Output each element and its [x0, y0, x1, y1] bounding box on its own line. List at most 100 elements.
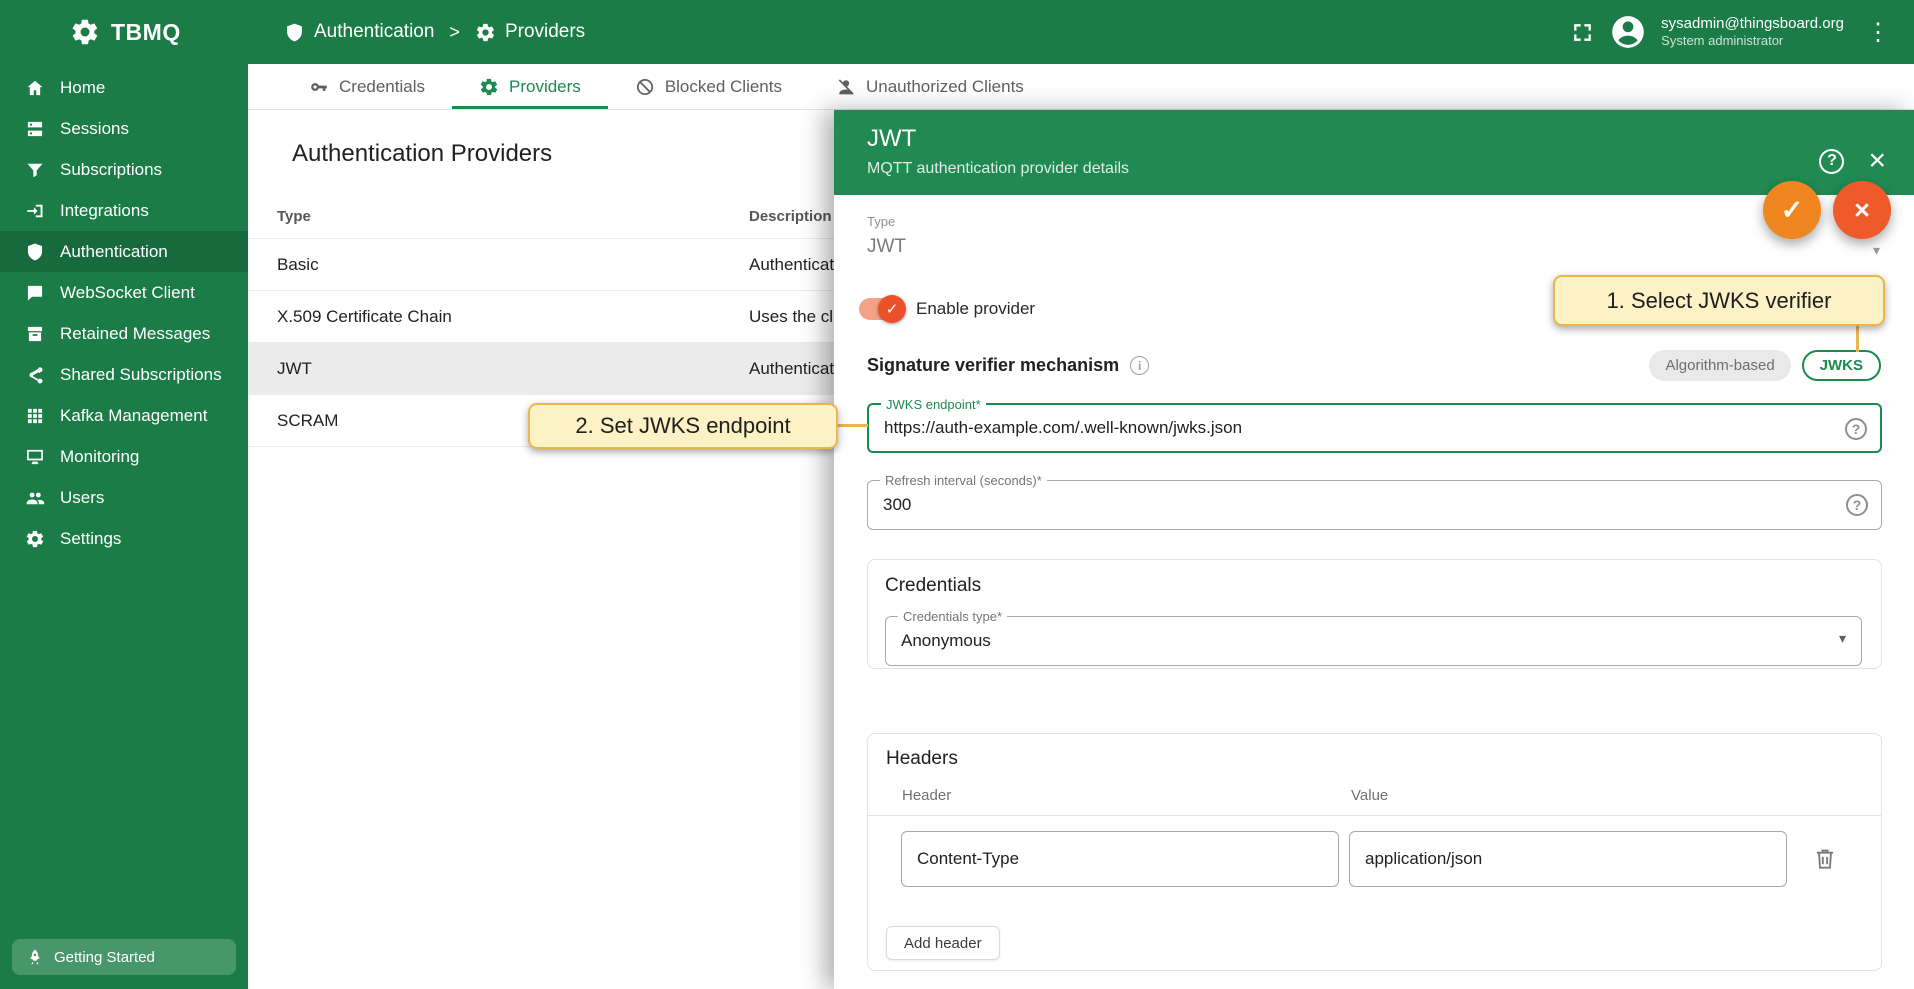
add-header-button[interactable]: Add header — [886, 926, 1000, 960]
refresh-interval-label: Refresh interval (seconds)* — [880, 473, 1047, 488]
callout-1-connector — [1856, 324, 1859, 352]
key-icon — [309, 77, 329, 97]
sidebar-item-home[interactable]: Home — [0, 67, 248, 108]
sidebar-item-label: Monitoring — [60, 447, 139, 467]
sidebar-item-monitoring[interactable]: Monitoring — [0, 436, 248, 477]
signature-verifier-row: Signature verifier mechanism i Algorithm… — [867, 350, 1881, 381]
tab-label: Credentials — [339, 77, 425, 97]
shared-subscriptions-icon — [25, 365, 45, 385]
account-circle-icon — [1609, 13, 1647, 51]
header-name-input[interactable] — [901, 831, 1339, 887]
home-icon — [25, 78, 45, 98]
websocket-chat-icon — [25, 283, 45, 303]
help-icon[interactable]: ? — [1819, 149, 1844, 174]
credentials-card: Credentials Credentials type* Anonymous … — [867, 559, 1882, 669]
breadcrumb: Authentication > Providers — [284, 21, 585, 43]
callout-step-2: 2. Set JWKS endpoint — [528, 403, 838, 449]
getting-started-label: Getting Started — [54, 949, 155, 966]
fullscreen-icon — [1570, 20, 1595, 45]
sidebar-item-kafka-management[interactable]: Kafka Management — [0, 395, 248, 436]
user-avatar[interactable] — [1609, 13, 1647, 51]
toggle-check-icon: ✓ — [878, 295, 906, 323]
jwks-chip[interactable]: JWKS — [1802, 350, 1881, 381]
users-icon — [25, 488, 45, 508]
jwks-endpoint-input[interactable] — [869, 405, 1818, 451]
column-header-value: Value — [1351, 787, 1388, 804]
tbmq-logo-icon — [70, 17, 100, 47]
sidebar-item-shared-subscriptions[interactable]: Shared Subscriptions — [0, 354, 248, 395]
sidebar-item-websocket-client[interactable]: WebSocket Client — [0, 272, 248, 313]
breadcrumb-authentication[interactable]: Authentication — [284, 21, 434, 43]
top-header: TBMQ Authentication > Providers sysadmin… — [0, 0, 1914, 64]
chevron-down-icon: ▾ — [1839, 630, 1846, 647]
info-icon[interactable]: i — [1130, 356, 1149, 375]
brand-name: TBMQ — [111, 19, 181, 46]
tab-credentials[interactable]: Credentials — [282, 64, 452, 109]
trash-icon — [1812, 846, 1838, 872]
breadcrumb-separator: > — [449, 22, 460, 43]
kebab-menu-icon[interactable]: ⋮ — [1858, 18, 1898, 47]
authentication-shield-icon — [25, 242, 45, 262]
refresh-interval-input[interactable] — [868, 481, 1819, 529]
chevron-down-icon: ▾ — [1873, 242, 1880, 259]
header-row — [868, 831, 1881, 887]
close-icon[interactable]: × — [1868, 146, 1886, 176]
sidebar-item-label: Home — [60, 78, 105, 98]
getting-started-button[interactable]: Getting Started — [12, 939, 236, 975]
settings-gear-icon — [25, 529, 45, 549]
app-logo[interactable]: TBMQ — [0, 17, 248, 47]
algorithm-based-chip[interactable]: Algorithm-based — [1649, 350, 1790, 381]
delete-header-button[interactable] — [1812, 846, 1838, 872]
retained-messages-icon — [25, 324, 45, 344]
enable-provider-row: ✓ Enable provider — [859, 298, 1035, 320]
enable-provider-label: Enable provider — [916, 299, 1035, 319]
tab-label: Unauthorized Clients — [866, 77, 1024, 97]
sidebar-item-authentication[interactable]: Authentication — [0, 231, 248, 272]
breadcrumb-label: Authentication — [314, 21, 434, 43]
app-root: TBMQ Authentication > Providers sysadmin… — [0, 0, 1914, 989]
monitoring-icon — [25, 447, 45, 467]
sidebar: Home Sessions Subscriptions Integrations… — [0, 64, 248, 989]
sidebar-item-label: Integrations — [60, 201, 149, 221]
cell-type: JWT — [248, 359, 749, 379]
discard-changes-fab[interactable]: × — [1833, 181, 1891, 239]
drawer-subtitle: MQTT authentication provider details — [867, 160, 1914, 178]
tab-providers[interactable]: Providers — [452, 64, 608, 109]
type-value: JWT — [867, 236, 1882, 258]
sidebar-item-settings[interactable]: Settings — [0, 518, 248, 559]
column-header-header: Header — [868, 787, 1351, 804]
sidebar-item-retained-messages[interactable]: Retained Messages — [0, 313, 248, 354]
header-value-input[interactable] — [1349, 831, 1787, 887]
apply-changes-fab[interactable]: ✓ — [1763, 181, 1821, 239]
fullscreen-button[interactable] — [1570, 20, 1595, 45]
headers-card: Headers Header Value Add header — [867, 733, 1882, 971]
sidebar-item-label: WebSocket Client — [60, 283, 195, 303]
callout-step-1: 1. Select JWKS verifier — [1553, 275, 1885, 326]
callout-2-connector — [836, 424, 868, 427]
close-icon: × — [1854, 195, 1870, 226]
jwt-provider-drawer: JWT MQTT authentication provider details… — [834, 110, 1914, 989]
sidebar-item-subscriptions[interactable]: Subscriptions — [0, 149, 248, 190]
help-icon[interactable]: ? — [1845, 418, 1867, 440]
sidebar-item-sessions[interactable]: Sessions — [0, 108, 248, 149]
verifier-toggle-group: Algorithm-based JWKS — [1649, 350, 1881, 381]
help-icon[interactable]: ? — [1846, 494, 1868, 516]
shield-icon — [284, 22, 305, 43]
drawer-header-actions: ? × — [1819, 146, 1886, 176]
sidebar-item-integrations[interactable]: Integrations — [0, 190, 248, 231]
enable-provider-toggle[interactable]: ✓ — [859, 298, 903, 320]
tab-unauthorized-clients[interactable]: Unauthorized Clients — [809, 64, 1051, 109]
sidebar-item-label: Shared Subscriptions — [60, 365, 222, 385]
tab-blocked-clients[interactable]: Blocked Clients — [608, 64, 809, 109]
tab-label: Providers — [509, 77, 581, 97]
jwks-endpoint-field: JWKS endpoint* ? — [867, 403, 1882, 453]
drawer-header: JWT MQTT authentication provider details… — [834, 110, 1914, 195]
sidebar-item-label: Users — [60, 488, 104, 508]
check-icon: ✓ — [1781, 195, 1804, 226]
block-icon — [635, 77, 655, 97]
credentials-type-select[interactable]: Credentials type* Anonymous ▾ — [885, 616, 1862, 666]
sidebar-item-label: Retained Messages — [60, 324, 210, 344]
sidebar-item-users[interactable]: Users — [0, 477, 248, 518]
breadcrumb-providers[interactable]: Providers — [475, 21, 585, 43]
user-meta: sysadmin@thingsboard.org System administ… — [1661, 14, 1844, 50]
